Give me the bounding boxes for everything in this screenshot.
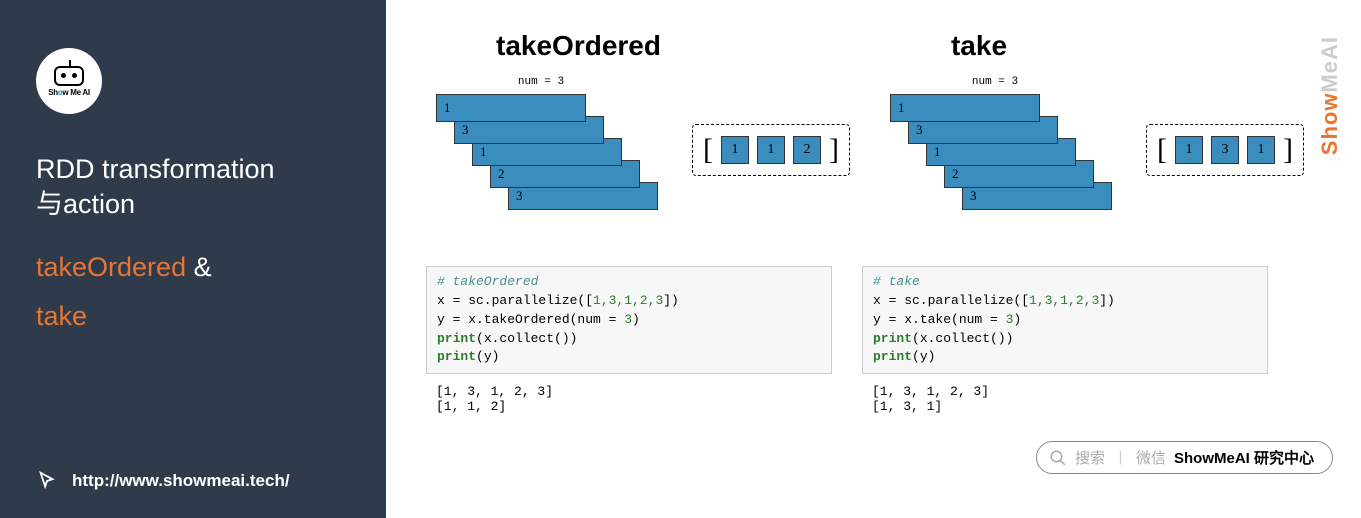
heading-take: take bbox=[951, 30, 1007, 62]
diagram-left: num = 3 1 3 1 2 3 [ 1 1 2 ] bbox=[426, 76, 850, 230]
sidebar: Show Me AI RDD transformation与action tak… bbox=[0, 0, 386, 518]
main-content: takeOrdered take num = 3 1 3 1 2 3 [ 1 1… bbox=[386, 0, 1361, 518]
code-block-left: # takeOrdered x = sc.parallelize([1,3,1,… bbox=[426, 266, 832, 414]
diagram-right: num = 3 1 3 1 2 3 [ 1 3 1 ] bbox=[880, 76, 1304, 230]
search-box[interactable]: 搜索 丨 微信 ShowMeAI 研究中心 bbox=[1036, 441, 1333, 474]
result-box-right: [ 1 3 1 ] bbox=[1146, 124, 1304, 176]
search-icon bbox=[1049, 449, 1067, 467]
result-cell: 1 bbox=[1175, 136, 1203, 164]
code-block-right: # take x = sc.parallelize([1,3,1,2,3]) y… bbox=[862, 266, 1268, 414]
output-text: [1, 3, 1, 2, 3] [1, 1, 2] bbox=[426, 384, 832, 414]
result-cell: 3 bbox=[1211, 136, 1239, 164]
partition-bar: 1 bbox=[890, 94, 1040, 122]
search-hint: 搜索 bbox=[1075, 447, 1105, 468]
result-cell: 1 bbox=[1247, 136, 1275, 164]
logo-text: Show Me AI bbox=[48, 88, 90, 97]
partition-stack-right: 1 3 1 2 3 bbox=[890, 94, 1110, 230]
bracket-icon: [ bbox=[1157, 133, 1167, 167]
output-text: [1, 3, 1, 2, 3] [1, 3, 1] bbox=[862, 384, 1268, 414]
num-label: num = 3 bbox=[880, 76, 1110, 88]
partition-stack-left: 1 3 1 2 3 bbox=[436, 94, 656, 230]
wechat-label: 微信 bbox=[1136, 447, 1166, 468]
num-label: num = 3 bbox=[426, 76, 656, 88]
cursor-icon bbox=[36, 470, 58, 492]
bracket-icon: ] bbox=[1283, 133, 1293, 167]
bracket-icon: ] bbox=[829, 133, 839, 167]
search-account: ShowMeAI 研究中心 bbox=[1174, 447, 1314, 468]
partition-bar: 1 bbox=[436, 94, 586, 122]
result-cell: 2 bbox=[793, 136, 821, 164]
subtitle-1: takeOrdered & bbox=[36, 252, 350, 283]
robot-icon bbox=[54, 66, 84, 86]
bracket-icon: [ bbox=[703, 133, 713, 167]
watermark: ShowMeAI bbox=[1317, 36, 1343, 155]
code-box: # take x = sc.parallelize([1,3,1,2,3]) y… bbox=[862, 266, 1268, 374]
result-box-left: [ 1 1 2 ] bbox=[692, 124, 850, 176]
url-text[interactable]: http://www.showmeai.tech/ bbox=[72, 471, 290, 491]
slide-title: RDD transformation与action bbox=[36, 152, 350, 222]
heading-takeordered: takeOrdered bbox=[496, 30, 661, 62]
url-row: http://www.showmeai.tech/ bbox=[36, 470, 290, 492]
result-cell: 1 bbox=[757, 136, 785, 164]
logo: Show Me AI bbox=[36, 48, 102, 114]
result-cell: 1 bbox=[721, 136, 749, 164]
subtitle-2: take bbox=[36, 301, 350, 332]
code-box: # takeOrdered x = sc.parallelize([1,3,1,… bbox=[426, 266, 832, 374]
